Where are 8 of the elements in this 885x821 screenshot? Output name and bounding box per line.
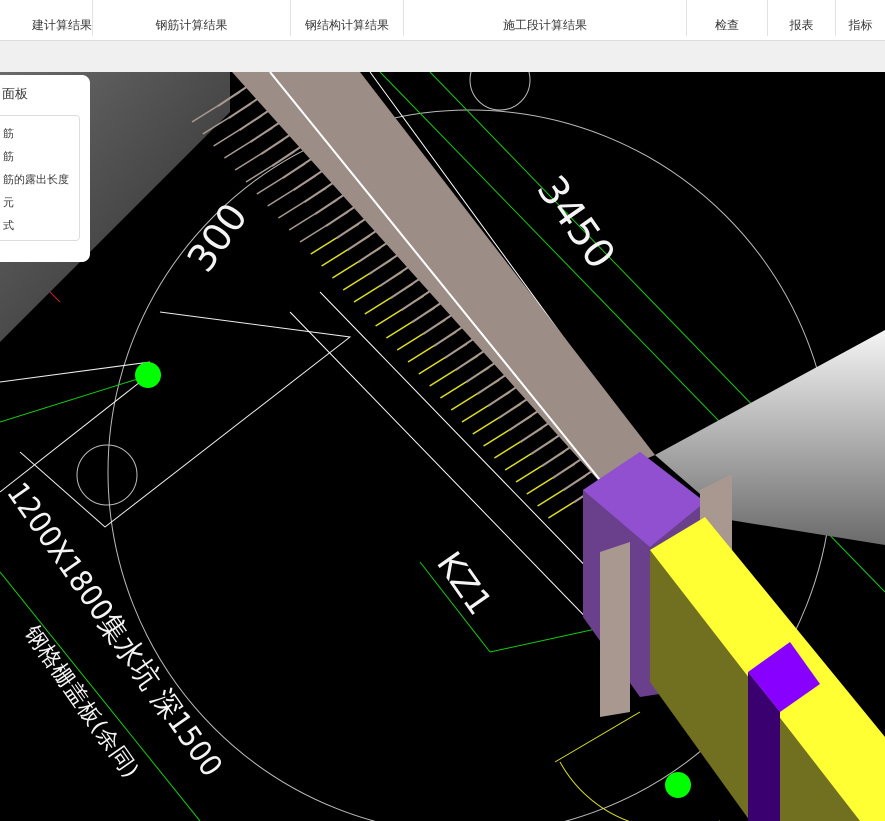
panel-item[interactable]: 元 <box>0 191 79 214</box>
panel-item[interactable]: 式 <box>0 214 79 237</box>
panel-item[interactable]: 筋 <box>0 145 79 168</box>
point-marker <box>135 362 161 388</box>
panel-item[interactable]: 筋的露出长度 <box>0 168 79 191</box>
panel-item[interactable]: 筋 <box>0 122 79 145</box>
panel-title: 面板 <box>1 86 29 104</box>
point-marker <box>665 772 691 798</box>
